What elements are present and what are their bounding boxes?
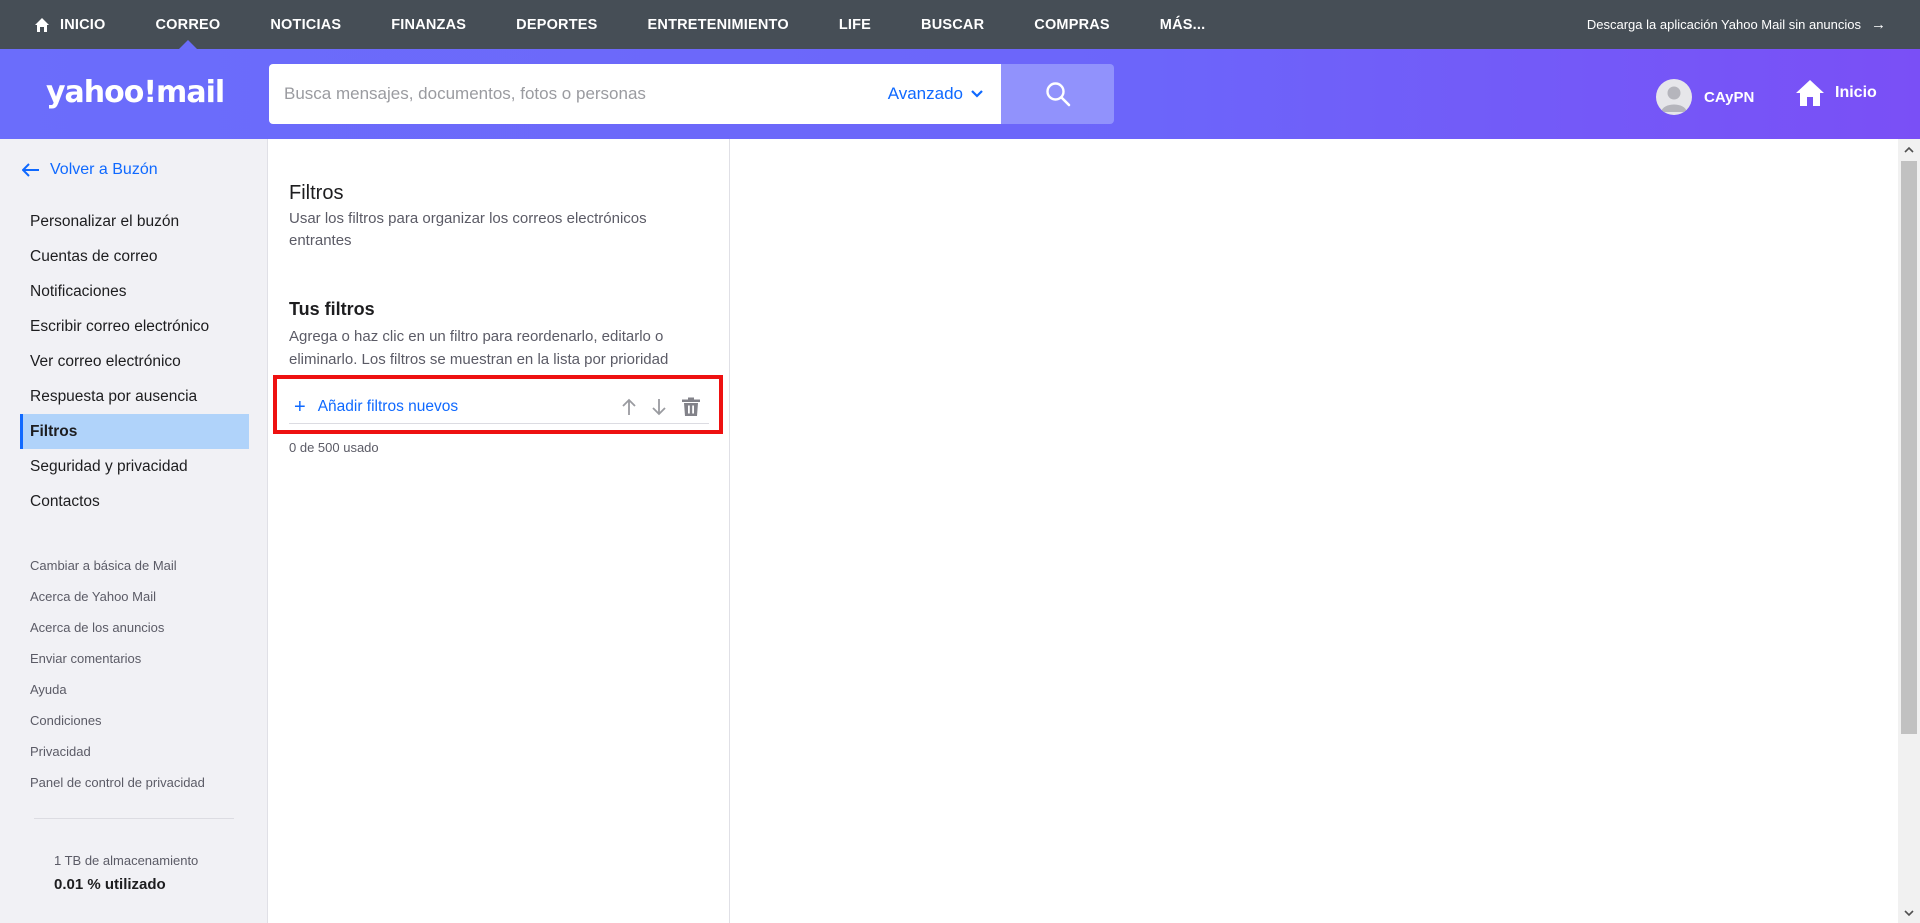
top-nav-mas[interactable]: MÁS... bbox=[1160, 0, 1206, 49]
filter-count: 0 de 500 usado bbox=[289, 440, 379, 455]
user-name: CAyPN bbox=[1704, 88, 1755, 106]
your-filters-description: Agrega o haz clic en un filtro para reor… bbox=[289, 328, 669, 368]
top-nav-entretenimiento[interactable]: ENTRETENIMIENTO bbox=[648, 0, 789, 49]
scroll-up-button[interactable] bbox=[1898, 139, 1920, 159]
link-basic-mail[interactable]: Cambiar a básica de Mail bbox=[30, 550, 205, 581]
search-input[interactable] bbox=[269, 64, 859, 124]
mail-header: yahoo!mail Avanzado CAyPN Inicio bbox=[0, 49, 1920, 139]
sidebar-item-seguridad[interactable]: Seguridad y privacidad bbox=[20, 449, 249, 484]
advanced-search-button[interactable]: Avanzado bbox=[888, 64, 983, 124]
top-nav-label: CORREO bbox=[155, 16, 221, 33]
sidebar-divider bbox=[34, 818, 234, 819]
home-icon bbox=[1796, 80, 1824, 106]
top-nav-label: LIFE bbox=[838, 16, 872, 33]
link-privacy-dashboard[interactable]: Panel de control de privacidad bbox=[30, 767, 205, 798]
back-to-inbox-link[interactable]: Volver a Buzón bbox=[22, 161, 158, 179]
top-nav-label: DEPORTES bbox=[516, 16, 598, 33]
top-nav-links: INICIO CORREO NOTICIAS FINANZAS DEPORTES… bbox=[0, 0, 1255, 49]
chevron-down-icon bbox=[971, 90, 983, 98]
settings-menu: Personalizar el buzón Cuentas de correo … bbox=[20, 204, 249, 519]
top-nav-label: NOTICIAS bbox=[270, 16, 342, 33]
top-nav-label: MÁS... bbox=[1159, 16, 1206, 33]
page-scrollbar[interactable] bbox=[1898, 139, 1920, 923]
top-nav-correo[interactable]: CORREO bbox=[156, 0, 221, 49]
sidebar-item-personalizar[interactable]: Personalizar el buzón bbox=[20, 204, 249, 239]
chevron-up-icon bbox=[1904, 146, 1914, 153]
storage-used: 0.01 % utilizado bbox=[54, 876, 166, 893]
scroll-down-button[interactable] bbox=[1898, 903, 1920, 923]
chevron-down-icon bbox=[1904, 909, 1914, 916]
home-icon bbox=[35, 17, 49, 32]
top-nav-label: ENTRETENIMIENTO bbox=[647, 16, 789, 33]
top-navigation-bar: INICIO CORREO NOTICIAS FINANZAS DEPORTES… bbox=[0, 0, 1920, 49]
storage-info: 1 TB de almacenamiento 0.01 % utilizado bbox=[54, 853, 198, 893]
back-to-inbox-label: Volver a Buzón bbox=[50, 161, 158, 178]
home-button[interactable]: Inicio bbox=[1795, 79, 1877, 107]
arrow-right-icon: → bbox=[1871, 16, 1886, 33]
your-filters-title: Tus filtros bbox=[289, 299, 375, 319]
avatar-icon bbox=[1656, 79, 1692, 115]
sidebar-item-contactos[interactable]: Contactos bbox=[20, 484, 249, 519]
link-about-ads[interactable]: Acerca de los anuncios bbox=[30, 612, 205, 643]
download-app-label: Descarga la aplicación Yahoo Mail sin an… bbox=[1586, 17, 1861, 32]
top-nav-noticias[interactable]: NOTICIAS bbox=[270, 0, 341, 49]
yahoo-mail-logo[interactable]: yahoo!mail bbox=[46, 75, 225, 110]
sidebar-item-respuesta[interactable]: Respuesta por ausencia bbox=[20, 379, 249, 414]
filters-description: Usar los filtros para organizar los corr… bbox=[289, 210, 647, 249]
storage-label: 1 TB de almacenamiento bbox=[54, 853, 199, 868]
sidebar-item-escribir[interactable]: Escribir correo electrónico bbox=[20, 309, 249, 344]
top-nav-label: COMPRAS bbox=[1034, 16, 1110, 33]
top-nav-label: INICIO bbox=[60, 16, 106, 33]
link-privacy[interactable]: Privacidad bbox=[30, 736, 205, 767]
download-app-link[interactable]: Descarga la aplicación Yahoo Mail sin an… bbox=[1587, 0, 1886, 49]
filters-panel: Filtros Usar los filtros para organizar … bbox=[269, 139, 730, 923]
arrow-left-icon bbox=[22, 163, 39, 177]
sidebar-item-ver[interactable]: Ver correo electrónico bbox=[20, 344, 249, 379]
highlight-box bbox=[273, 375, 723, 434]
page-title: Filtros bbox=[289, 182, 344, 204]
search-button[interactable] bbox=[1001, 64, 1114, 124]
sidebar-item-cuentas[interactable]: Cuentas de correo bbox=[20, 239, 249, 274]
top-nav-label: BUSCAR bbox=[921, 16, 985, 33]
advanced-search-label: Avanzado bbox=[887, 84, 963, 103]
top-nav-deportes[interactable]: DEPORTES bbox=[516, 0, 597, 49]
sidebar-item-filtros[interactable]: Filtros bbox=[20, 414, 249, 449]
sidebar-footer-links: Cambiar a básica de Mail Acerca de Yahoo… bbox=[30, 550, 205, 798]
home-label: Inicio bbox=[1835, 84, 1877, 101]
top-nav-compras[interactable]: COMPRAS bbox=[1034, 0, 1110, 49]
top-nav-finanzas[interactable]: FINANZAS bbox=[391, 0, 466, 49]
search-box: Avanzado bbox=[269, 64, 1001, 124]
sidebar-item-notificaciones[interactable]: Notificaciones bbox=[20, 274, 249, 309]
top-nav-label: FINANZAS bbox=[391, 16, 467, 33]
search-icon bbox=[1045, 82, 1070, 107]
link-terms[interactable]: Condiciones bbox=[30, 705, 205, 736]
settings-sidebar: Volver a Buzón Personalizar el buzón Cue… bbox=[0, 139, 268, 923]
link-send-feedback[interactable]: Enviar comentarios bbox=[30, 643, 205, 674]
link-about-yahoo-mail[interactable]: Acerca de Yahoo Mail bbox=[30, 581, 205, 612]
top-nav-buscar[interactable]: BUSCAR bbox=[921, 0, 984, 49]
link-help[interactable]: Ayuda bbox=[30, 674, 205, 705]
top-nav-life[interactable]: LIFE bbox=[839, 0, 871, 49]
top-nav-inicio[interactable]: INICIO bbox=[34, 0, 106, 49]
scrollbar-thumb[interactable] bbox=[1901, 161, 1917, 734]
user-profile-button[interactable]: CAyPN bbox=[1656, 79, 1754, 115]
